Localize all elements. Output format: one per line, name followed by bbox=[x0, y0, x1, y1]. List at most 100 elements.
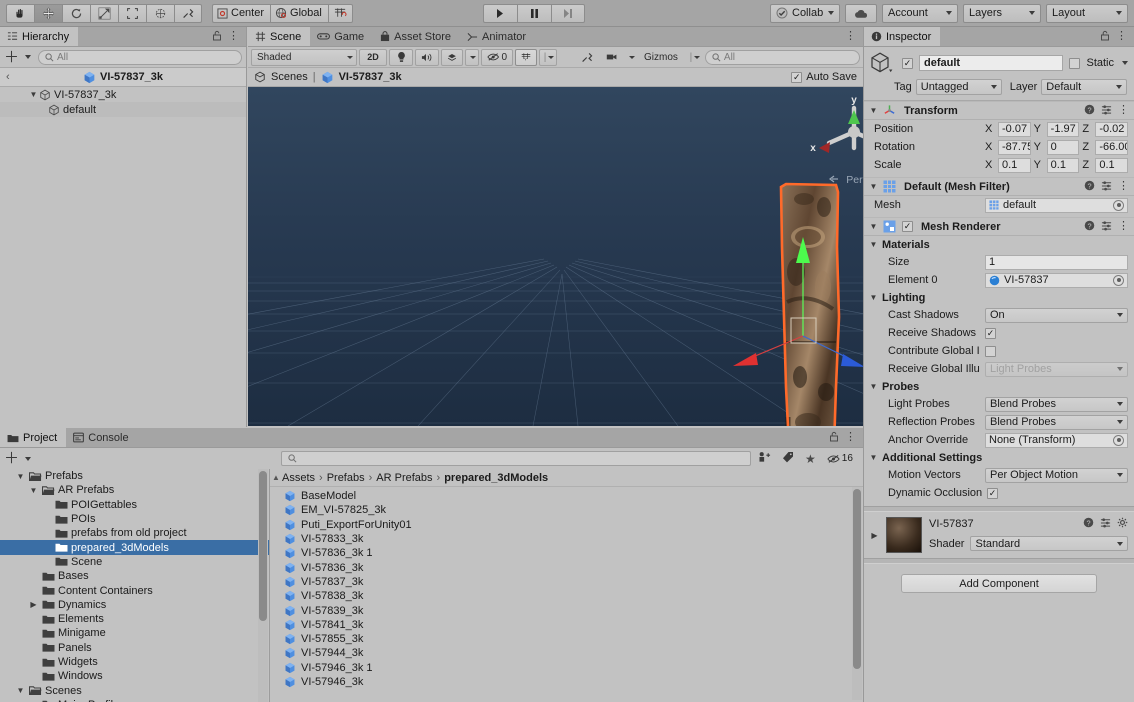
fold-triangle-icon[interactable]: ▼ bbox=[869, 222, 878, 231]
scene-lighting-toggle[interactable] bbox=[389, 48, 413, 66]
search-by-type-icon[interactable] bbox=[754, 451, 775, 466]
hierarchy-row-0[interactable]: ▼ VI-57837_3k bbox=[0, 87, 246, 102]
fold-triangle-icon[interactable]: ▼ bbox=[869, 382, 878, 391]
preset-icon[interactable] bbox=[1101, 180, 1112, 194]
tab-inspector[interactable]: Inspector bbox=[864, 27, 941, 46]
preset-icon[interactable] bbox=[1101, 220, 1112, 234]
project-asset-row[interactable]: VI-57836_3k 1 bbox=[270, 546, 863, 560]
project-asset-row[interactable]: VI-57855_3k bbox=[270, 632, 863, 646]
project-tree-row[interactable]: ▼Bases bbox=[0, 569, 269, 583]
rotation-z-input[interactable]: -66.003 bbox=[1095, 139, 1129, 155]
scale-y-input[interactable]: 0.1 bbox=[1046, 157, 1080, 173]
draw-mode-dropdown[interactable]: Shaded bbox=[251, 48, 357, 66]
project-asset-row[interactable]: VI-57946_3k bbox=[270, 675, 863, 689]
hierarchy-search-input[interactable]: All bbox=[38, 49, 242, 65]
project-asset-row[interactable]: EM_VI-57825_3k bbox=[270, 503, 863, 517]
project-asset-row[interactable]: VI-57839_3k bbox=[270, 603, 863, 617]
tab-scene[interactable]: Scene bbox=[248, 27, 311, 46]
scale-tool-button[interactable] bbox=[90, 3, 118, 23]
element0-picker-icon[interactable] bbox=[1113, 274, 1124, 286]
project-tree-row[interactable]: ▼Scene bbox=[0, 555, 269, 569]
project-tree-row[interactable]: ▼ Scenes bbox=[0, 683, 269, 697]
toggle-2d-button[interactable]: 2D bbox=[359, 48, 387, 66]
layer-dropdown[interactable]: Default bbox=[1041, 79, 1128, 95]
hidden-packages-toggle[interactable]: 16 bbox=[823, 453, 857, 464]
cast-shadows-dropdown[interactable]: On bbox=[985, 307, 1128, 323]
fold-triangle-icon[interactable]: ▼ bbox=[869, 453, 878, 462]
layers-button[interactable]: Layers bbox=[963, 3, 1041, 23]
breadcrumb-item-0[interactable]: Assets bbox=[282, 472, 315, 484]
project-asset-row[interactable]: VI-57836_3k bbox=[270, 560, 863, 574]
tab-game[interactable]: Game bbox=[310, 27, 374, 46]
scene-breadcrumb-current[interactable]: VI-57837_3k bbox=[339, 71, 402, 83]
scene-camera-button[interactable] bbox=[601, 49, 623, 66]
add-gameobject-button[interactable]: ＋ bbox=[4, 50, 19, 65]
project-add-caret-icon[interactable] bbox=[25, 456, 32, 461]
scene-audio-toggle[interactable] bbox=[415, 48, 439, 66]
rotation-y-input[interactable]: 0 bbox=[1046, 139, 1080, 155]
shader-dropdown[interactable]: Standard bbox=[970, 536, 1128, 551]
scene-camera-dropdown[interactable] bbox=[625, 49, 637, 66]
dynamic-occlusion-checkbox[interactable]: ✓ bbox=[987, 487, 998, 499]
snap-toggle-button[interactable] bbox=[327, 3, 353, 23]
help-icon[interactable]: ? bbox=[1083, 517, 1094, 531]
scene-hidden-objects-toggle[interactable]: 0 bbox=[481, 48, 513, 66]
preset-icon[interactable] bbox=[1101, 104, 1112, 118]
scene-grid-toggle[interactable]: Y bbox=[515, 48, 537, 66]
project-asset-scrollbar[interactable] bbox=[852, 487, 862, 700]
project-asset-row[interactable]: VI-57946_3k 1 bbox=[270, 661, 863, 675]
element0-object-field[interactable]: VI-57837 bbox=[985, 272, 1128, 288]
project-tree-row[interactable]: ▼POIGettables bbox=[0, 498, 269, 512]
layout-button[interactable]: Layout bbox=[1046, 3, 1128, 23]
tab-console[interactable]: Console bbox=[66, 428, 138, 447]
search-by-label-icon[interactable] bbox=[778, 451, 798, 466]
project-search-input[interactable] bbox=[281, 451, 752, 466]
contribute-gi-checkbox[interactable] bbox=[985, 345, 996, 357]
anchor-override-object-field[interactable]: None (Transform) bbox=[985, 432, 1128, 448]
scene-grid-dropdown[interactable]: | bbox=[539, 48, 557, 66]
move-tool-button[interactable] bbox=[34, 3, 62, 23]
additional-settings-section-header[interactable]: ▼ Additional Settings bbox=[864, 449, 1134, 466]
component-header-transform[interactable]: ▼ Transform ? ⋮ bbox=[864, 101, 1134, 120]
preset-icon[interactable] bbox=[1100, 517, 1111, 531]
position-x-input[interactable]: -0.07 bbox=[998, 121, 1031, 137]
static-dropdown-caret-icon[interactable] bbox=[1122, 61, 1128, 65]
project-tree-row[interactable]: ▼ Prefabs bbox=[0, 469, 269, 483]
project-asset-row[interactable]: VI-57944_3k bbox=[270, 646, 863, 660]
lighting-section-header[interactable]: ▼ Lighting bbox=[864, 289, 1134, 306]
help-icon[interactable]: ? bbox=[1084, 220, 1095, 234]
collab-button[interactable]: Collab bbox=[770, 3, 840, 23]
materials-size-input[interactable]: 1 bbox=[985, 254, 1128, 270]
step-button[interactable] bbox=[550, 3, 585, 23]
component-header-mesh-filter[interactable]: ▼ Default (Mesh Filter) ? ⋮ bbox=[864, 177, 1134, 196]
add-gameobject-caret-icon[interactable] bbox=[25, 55, 32, 59]
transform-tool-button[interactable] bbox=[146, 3, 174, 23]
project-asset-row[interactable]: BaseModel bbox=[270, 489, 863, 503]
gizmos-button[interactable]: Gizmos bbox=[639, 49, 683, 66]
receive-shadows-checkbox[interactable]: ✓ bbox=[985, 327, 996, 339]
mesh-renderer-enabled-checkbox[interactable]: ✓ bbox=[902, 221, 913, 232]
account-button[interactable]: Account bbox=[882, 3, 958, 23]
scene-menu-icon[interactable]: ⋮ bbox=[845, 31, 856, 42]
fold-triangle-icon[interactable]: ▼ bbox=[869, 106, 878, 115]
reflection-probes-dropdown[interactable]: Blend Probes bbox=[985, 414, 1128, 430]
hand-tool-button[interactable] bbox=[6, 3, 34, 23]
project-asset-row[interactable]: VI-57838_3k bbox=[270, 589, 863, 603]
expand-triangle-icon[interactable]: ▼ bbox=[28, 486, 39, 495]
project-tree-row[interactable]: ▼Windows bbox=[0, 669, 269, 683]
expand-triangle-icon[interactable]: ▶ bbox=[28, 600, 39, 609]
tag-dropdown[interactable]: Untagged bbox=[915, 79, 1002, 95]
project-asset-scroll-thumb[interactable] bbox=[853, 489, 861, 669]
motion-vectors-dropdown[interactable]: Per Object Motion bbox=[985, 467, 1128, 483]
breadcrumb-item-3[interactable]: prepared_3dModels bbox=[444, 472, 548, 484]
rotation-x-input[interactable]: -87.755 bbox=[998, 139, 1031, 155]
gizmos-dropdown[interactable]: | bbox=[685, 49, 703, 66]
project-asset-row[interactable]: VI-57833_3k bbox=[270, 532, 863, 546]
scene-tools-button[interactable] bbox=[575, 49, 599, 66]
project-tree-row[interactable]: ▼prepared_3dModels bbox=[0, 540, 269, 555]
scene-fx-toggle[interactable] bbox=[441, 48, 463, 66]
play-button[interactable] bbox=[482, 3, 517, 23]
project-asset-row[interactable]: Puti_ExportForUnity01 bbox=[270, 518, 863, 532]
fold-triangle-icon[interactable]: ▼ bbox=[869, 182, 878, 191]
inspector-menu-icon[interactable]: ⋮ bbox=[1116, 31, 1127, 42]
